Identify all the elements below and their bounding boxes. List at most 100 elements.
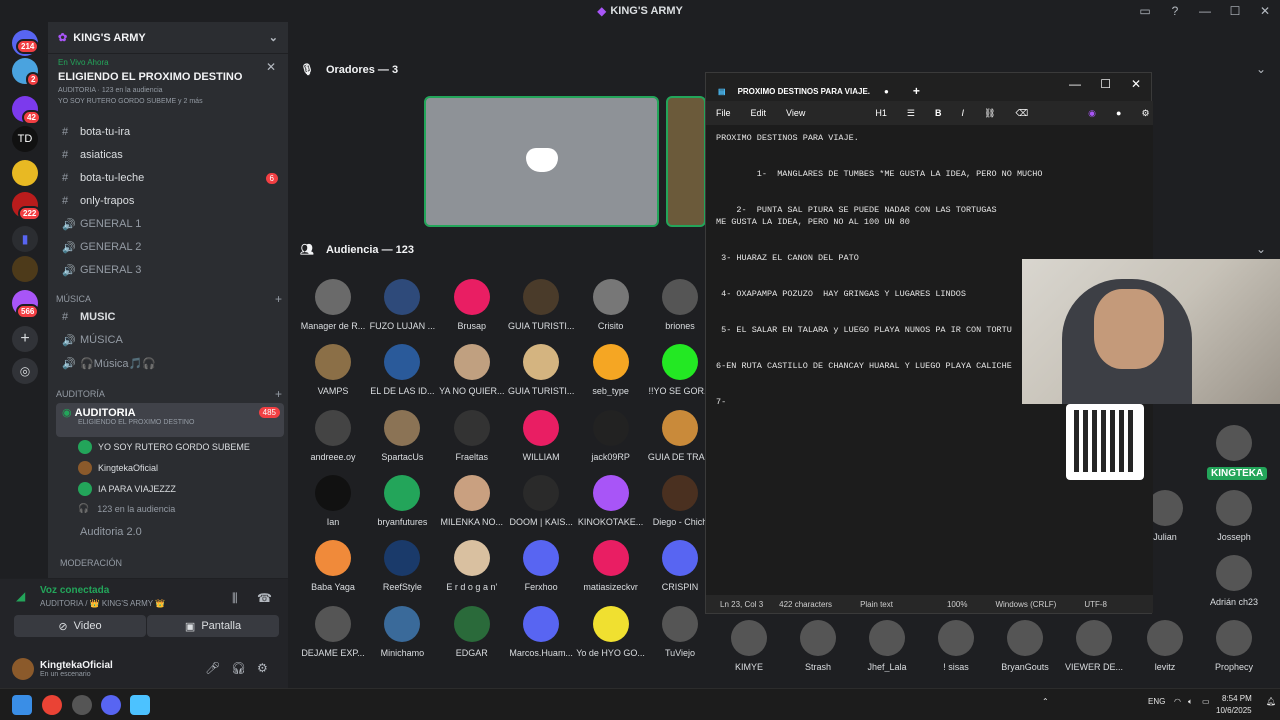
clock-time[interactable]: 8:54 PM bbox=[1222, 694, 1252, 703]
copilot-icon[interactable]: ◉ bbox=[1088, 108, 1096, 119]
folder-icon[interactable]: ▮ bbox=[12, 226, 38, 252]
audience-member[interactable]: Strash bbox=[780, 620, 856, 672]
speaker-tile[interactable] bbox=[666, 96, 706, 227]
voice-user[interactable]: KingtekaOficial bbox=[78, 461, 158, 475]
channel-musica[interactable]: 🔊 MÚSICA bbox=[56, 330, 284, 350]
audience-member[interactable]: ! sisas bbox=[918, 620, 994, 672]
notification-icon[interactable]: 🔔︎ bbox=[1266, 697, 1276, 706]
headphones-icon[interactable]: 🎧︎ bbox=[231, 661, 246, 675]
add-channel-icon[interactable]: + bbox=[275, 387, 282, 401]
audience-member[interactable]: Adrián ch23 bbox=[1196, 555, 1272, 607]
server-header[interactable]: ✿ KING'S ARMY ⌄ bbox=[48, 22, 288, 54]
channel-auditoria[interactable]: ◉ AUDITORIA ELIGIENDO EL PROXIMO DESTINO… bbox=[56, 403, 284, 437]
audience-member[interactable]: Prophecy bbox=[1196, 620, 1272, 672]
channel-asiaticas[interactable]: # asiaticas bbox=[56, 145, 284, 165]
audience-member[interactable]: matiasizeckvr bbox=[573, 540, 649, 592]
channel-only-trapos[interactable]: # only-trapos bbox=[56, 191, 284, 211]
clock-date[interactable]: 10/6/2025 bbox=[1216, 706, 1252, 715]
chevron-down-icon[interactable]: ⌄ bbox=[1256, 62, 1266, 76]
menu-edit[interactable]: Edit bbox=[751, 108, 767, 118]
screen-share-button[interactable]: ▣ Pantalla bbox=[147, 615, 279, 637]
add-server-icon[interactable]: + bbox=[12, 326, 38, 352]
audience-member[interactable]: Manager de R... bbox=[295, 279, 371, 331]
menu-view[interactable]: View bbox=[786, 108, 805, 118]
channel-auditoria-2[interactable]: Auditoria 2.0 bbox=[56, 522, 284, 542]
app-icon[interactable] bbox=[72, 695, 92, 715]
channel-music[interactable]: # MUSIC bbox=[56, 307, 284, 327]
close-icon[interactable]: ✕ bbox=[266, 60, 276, 74]
maximize-button[interactable]: ☐ bbox=[1100, 77, 1111, 91]
chrome-icon[interactable] bbox=[42, 695, 62, 715]
channel-general-2[interactable]: 🔊 GENERAL 2 bbox=[56, 237, 284, 257]
menu-file[interactable]: File bbox=[716, 108, 731, 118]
audience-count[interactable]: 🎧 123 en la audiencia bbox=[78, 503, 175, 514]
audience-member[interactable]: bryanfutures bbox=[364, 474, 440, 527]
audience-member[interactable]: Brusap bbox=[434, 279, 510, 331]
volume-icon[interactable]: 🔈︎ bbox=[1188, 697, 1193, 707]
audience-member[interactable]: VIEWER DE... bbox=[1056, 620, 1132, 672]
battery-icon[interactable]: ▭ bbox=[1202, 697, 1210, 706]
voice-user[interactable]: YO SOY RUTERO GORDO SUBEME bbox=[78, 440, 250, 454]
audience-member[interactable]: VAMPS bbox=[295, 344, 371, 396]
audience-member[interactable]: jack09RP bbox=[573, 409, 649, 462]
soundboard-icon[interactable]: ⫼ bbox=[232, 591, 238, 606]
channel-musica-2[interactable]: 🔊 🎧Música🎵🎧 bbox=[56, 353, 284, 373]
audience-member[interactable]: KINOKOTAKE... bbox=[573, 474, 649, 527]
help-icon[interactable]: ? bbox=[1160, 4, 1190, 18]
audience-member[interactable]: GUIA TURISTI... bbox=[503, 344, 579, 396]
speaker-tile[interactable] bbox=[424, 96, 659, 227]
audience-member[interactable]: EDGAR bbox=[434, 605, 510, 658]
channel-general-1[interactable]: 🔊 GENERAL 1 bbox=[56, 214, 284, 234]
audience-member[interactable]: EL DE LAS ID... bbox=[364, 344, 440, 396]
audience-member[interactable]: FUZO LUJAN ... bbox=[364, 279, 440, 331]
voice-user[interactable]: IA PARA VIAJEZZZ bbox=[78, 482, 176, 496]
audience-member[interactable]: seb_type bbox=[573, 344, 649, 396]
audience-member[interactable]: Baba Yaga bbox=[295, 540, 371, 592]
channel-general-3[interactable]: 🔊 GENERAL 3 bbox=[56, 260, 284, 280]
heading-select[interactable]: H1 bbox=[875, 108, 887, 118]
clear-format-icon[interactable]: ⌫ bbox=[1015, 108, 1028, 119]
live-stage-card[interactable]: En Vivo Ahora ELIGIENDO EL PROXIMO DESTI… bbox=[48, 54, 288, 109]
voice-status[interactable]: Voz conectada bbox=[40, 585, 109, 596]
minimize-button[interactable]: — bbox=[1069, 77, 1081, 91]
gear-icon[interactable]: ⚙ bbox=[257, 661, 268, 675]
guild-icon-6[interactable] bbox=[12, 256, 38, 282]
lang-indicator[interactable]: ENG bbox=[1148, 697, 1165, 706]
video-button[interactable]: ⊘ Video bbox=[14, 615, 146, 637]
audience-member[interactable]: andreee.oy bbox=[295, 409, 371, 462]
minimize-button[interactable]: — bbox=[1190, 4, 1220, 18]
discord-icon[interactable] bbox=[101, 695, 121, 715]
channel-bota-tu-leche[interactable]: # bota-tu-leche 6 bbox=[56, 168, 284, 188]
audience-member[interactable]: BryanGouts bbox=[987, 620, 1063, 672]
voice-channel[interactable]: AUDITORIA / 👑 KING'S ARMY 👑 bbox=[40, 599, 165, 608]
list-icon[interactable]: ☰ bbox=[907, 108, 915, 119]
category-moderacion[interactable]: MODERACIÓN bbox=[56, 558, 282, 568]
user-panel[interactable]: KingtekaOficial En un escenario 🎤︎ 🎧︎ ⚙ bbox=[0, 651, 288, 687]
account-icon[interactable]: ● bbox=[1116, 108, 1121, 118]
chevron-up-icon[interactable]: ⌃ bbox=[1042, 697, 1049, 706]
audience-member[interactable]: SpartacUs bbox=[364, 409, 440, 462]
channel-bota-tu-ira[interactable]: # bota-tu-ira bbox=[56, 122, 284, 142]
disconnect-icon[interactable]: ☎ bbox=[257, 591, 272, 605]
maximize-button[interactable]: ☐ bbox=[1220, 4, 1250, 18]
link-icon[interactable]: ⛓ bbox=[984, 108, 995, 119]
audience-member[interactable]: Josseph bbox=[1196, 490, 1272, 542]
audience-member[interactable]: levitz bbox=[1127, 620, 1203, 672]
chevron-down-icon[interactable]: ⌄ bbox=[1256, 242, 1266, 256]
audience-member[interactable]: KIMYE bbox=[711, 620, 787, 672]
explore-icon[interactable]: ◎ bbox=[12, 358, 38, 384]
audience-member[interactable]: Yo de HYO GO... bbox=[573, 605, 649, 658]
audience-member[interactable]: E r d o g a n' bbox=[434, 540, 510, 592]
windows-start-icon[interactable] bbox=[12, 695, 32, 715]
inbox-icon[interactable]: ▭ bbox=[1130, 4, 1160, 18]
audience-member[interactable]: YA NO QUIER... bbox=[434, 344, 510, 396]
guild-icon-3[interactable]: TD bbox=[12, 126, 38, 152]
audience-member[interactable]: Marcos.Huam... bbox=[503, 605, 579, 658]
audience-member[interactable]: WILLIAM bbox=[503, 409, 579, 462]
close-button[interactable]: ✕ bbox=[1250, 4, 1280, 18]
category-auditoria[interactable]: AUDITORÍA + bbox=[56, 387, 282, 401]
bold-icon[interactable]: B bbox=[935, 108, 942, 118]
audience-member[interactable]: Crisito bbox=[573, 279, 649, 331]
audience-member[interactable]: Jhef_Lala bbox=[849, 620, 925, 672]
add-channel-icon[interactable]: + bbox=[275, 292, 282, 306]
